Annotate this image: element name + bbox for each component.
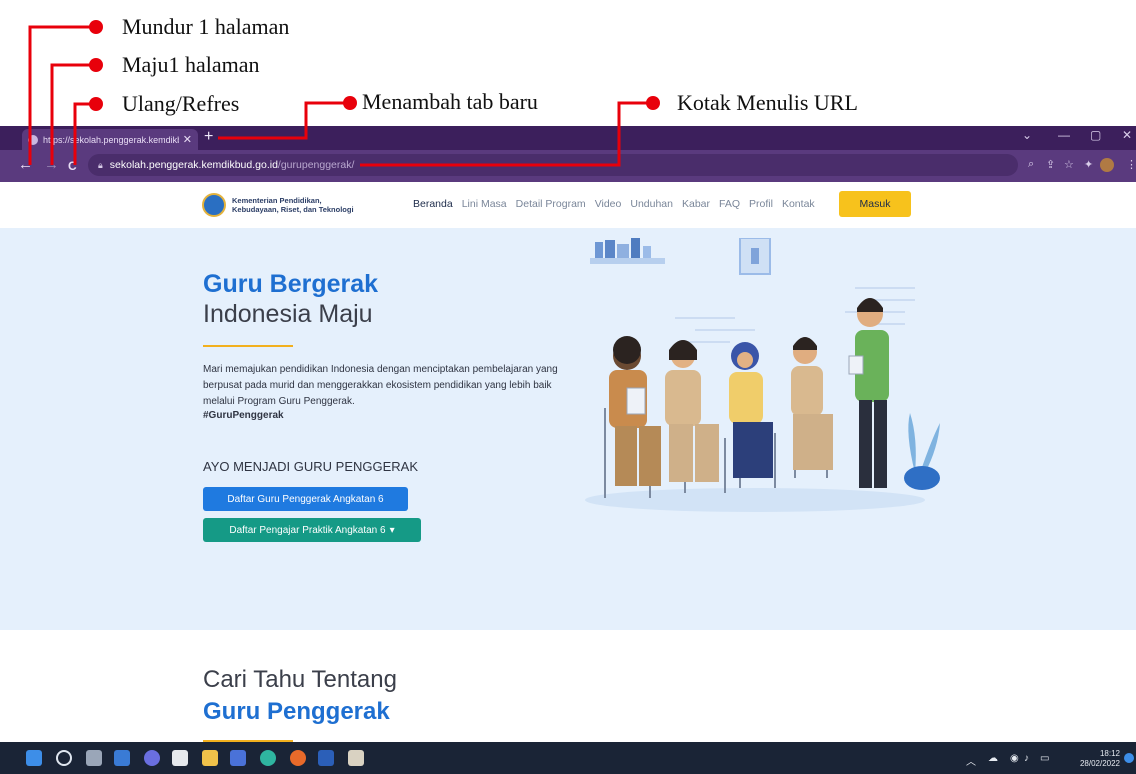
- annotation-marker-back: [89, 20, 103, 34]
- register-guru-penggerak-button[interactable]: Daftar Guru Penggerak Angkatan 6: [203, 487, 408, 511]
- login-button[interactable]: Masuk: [839, 191, 911, 217]
- site-logo-text[interactable]: Kementerian Pendidikan, Kebudayaan, Rise…: [232, 196, 382, 214]
- nav-item-beranda[interactable]: Beranda: [413, 198, 453, 210]
- nav-item-detail-program[interactable]: Detail Program: [516, 198, 586, 210]
- nav-item-profil[interactable]: Profil: [749, 198, 773, 210]
- hero-description: Mari memajukan pendidikan Indonesia deng…: [203, 364, 558, 407]
- share-icon[interactable]: ⇪: [1046, 158, 1055, 171]
- annotation-back-label: Mundur 1 halaman: [122, 14, 290, 39]
- word-icon[interactable]: [318, 750, 334, 766]
- annotation-layer: Mundur 1 halaman Maju1 halaman Ulang/Ref…: [0, 0, 1136, 126]
- tab-search-icon[interactable]: ⌄: [1022, 128, 1032, 142]
- section-about-title: Cari Tahu Tentang: [203, 666, 397, 693]
- zoom-icon[interactable]: ⌕: [1028, 158, 1034, 171]
- tab-close-icon[interactable]: ✕: [183, 133, 192, 146]
- back-button[interactable]: ←: [18, 156, 33, 174]
- site-nav-menu: Beranda Lini Masa Detail Program Video U…: [413, 198, 815, 210]
- browser-tab-bar: https://sekolah.penggerak.kemdikbud ✕: [0, 126, 1136, 150]
- clock-date: 28/02/2022: [1079, 759, 1120, 768]
- annotation-marker-forward: [89, 58, 103, 72]
- nav-item-kabar[interactable]: Kabar: [682, 198, 710, 210]
- favicon-icon: [28, 134, 38, 145]
- wifi-icon[interactable]: ◉: [1010, 753, 1019, 764]
- forward-button[interactable]: →: [44, 156, 59, 174]
- onedrive-icon[interactable]: ☁: [988, 753, 998, 764]
- minimize-icon[interactable]: —: [1058, 128, 1070, 142]
- hero-section: Guru Bergerak Indonesia Maju Mari memaju…: [0, 228, 1136, 630]
- url-path: /gurupenggerak/: [277, 159, 355, 171]
- url-host: sekolah.penggerak.kemdikbud.go.id: [109, 159, 278, 171]
- nav-item-unduhan[interactable]: Unduhan: [630, 198, 673, 210]
- kemdikbud-logo-icon[interactable]: [202, 193, 226, 217]
- tray-chevron-icon[interactable]: ︿: [966, 753, 976, 768]
- widgets-icon[interactable]: [114, 750, 130, 766]
- lock-icon: 🔒︎: [98, 159, 103, 170]
- profile-avatar[interactable]: [1100, 158, 1114, 172]
- calendar-icon[interactable]: [172, 750, 188, 766]
- annotation-reload-label: Ulang/Refres: [122, 91, 240, 116]
- paint-icon[interactable]: [348, 750, 364, 766]
- site-header: Kementerian Pendidikan, Kebudayaan, Rise…: [0, 182, 1136, 228]
- nav-item-kontak[interactable]: Kontak: [782, 198, 815, 210]
- task-view-icon[interactable]: [86, 750, 102, 766]
- bookmark-star-icon[interactable]: ☆: [1064, 158, 1074, 171]
- hero-hashtag: #GuruPenggerak: [203, 410, 284, 421]
- caret-down-icon: ▾: [389, 524, 395, 536]
- windows-taskbar: ︿ ☁ ◉ ♪ ▭ 18:12 28/02/2022: [0, 742, 1136, 774]
- hero-divider: [203, 345, 293, 347]
- file-explorer-icon[interactable]: [202, 750, 218, 766]
- new-tab-button[interactable]: +: [204, 127, 213, 147]
- restore-icon[interactable]: ▢: [1090, 128, 1101, 142]
- hero-title-primary: Guru Bergerak: [203, 270, 379, 298]
- register-pengajar-label: Daftar Pengajar Praktik Angkatan 6: [229, 524, 386, 536]
- logo-line-1: Kementerian Pendidikan,: [232, 196, 322, 205]
- battery-icon[interactable]: ▭: [1040, 753, 1049, 764]
- volume-icon[interactable]: ♪: [1024, 753, 1029, 764]
- firefox-icon[interactable]: [290, 750, 306, 766]
- hero-title-secondary: Indonesia Maju: [203, 300, 373, 328]
- chat-icon[interactable]: [144, 750, 160, 766]
- system-clock[interactable]: 18:12 28/02/2022: [1066, 749, 1120, 769]
- start-menu-icon[interactable]: [26, 750, 42, 766]
- search-icon[interactable]: [56, 750, 72, 766]
- tab-title: https://sekolah.penggerak.kemdikbud: [43, 134, 179, 145]
- edge-browser-icon[interactable]: [260, 750, 276, 766]
- close-window-icon[interactable]: ✕: [1122, 128, 1132, 142]
- cta-heading: AYO MENJADI GURU PENGGERAK: [203, 459, 419, 474]
- nav-item-lini-masa[interactable]: Lini Masa: [462, 198, 507, 210]
- extensions-icon[interactable]: ✦: [1084, 158, 1093, 171]
- photos-icon[interactable]: [230, 750, 246, 766]
- notification-badge[interactable]: [1124, 753, 1134, 763]
- annotation-marker-new-tab: [343, 96, 357, 110]
- browser-tab[interactable]: https://sekolah.penggerak.kemdikbud ✕: [22, 129, 198, 150]
- teachers-discussion-illustration: [585, 238, 940, 512]
- url-input[interactable]: 🔒︎ sekolah.penggerak.kemdikbud.go.id /gu…: [88, 154, 1018, 176]
- annotation-marker-url-box: [646, 96, 660, 110]
- register-pengajar-praktik-button[interactable]: Daftar Pengajar Praktik Angkatan 6 ▾: [203, 518, 421, 542]
- annotation-marker-reload: [89, 97, 103, 111]
- web-page: Kementerian Pendidikan, Kebudayaan, Rise…: [0, 182, 1136, 742]
- annotation-forward-label: Maju1 halaman: [122, 52, 260, 77]
- clock-time: 18:12: [1099, 749, 1120, 758]
- reload-button[interactable]: C: [68, 157, 77, 175]
- annotation-url-box-label: Kotak Menulis URL: [677, 90, 858, 115]
- nav-item-faq[interactable]: FAQ: [719, 198, 740, 210]
- section-about-subtitle: Guru Penggerak: [203, 698, 390, 725]
- logo-line-2: Kebudayaan, Riset, dan Teknologi: [232, 205, 354, 214]
- browser-toolbar: ← → C 🔒︎ sekolah.penggerak.kemdikbud.go.…: [0, 150, 1136, 182]
- nav-item-video[interactable]: Video: [595, 198, 622, 210]
- annotation-new-tab-label: Menambah tab baru: [362, 89, 538, 114]
- menu-icon[interactable]: ⋮: [1126, 158, 1136, 171]
